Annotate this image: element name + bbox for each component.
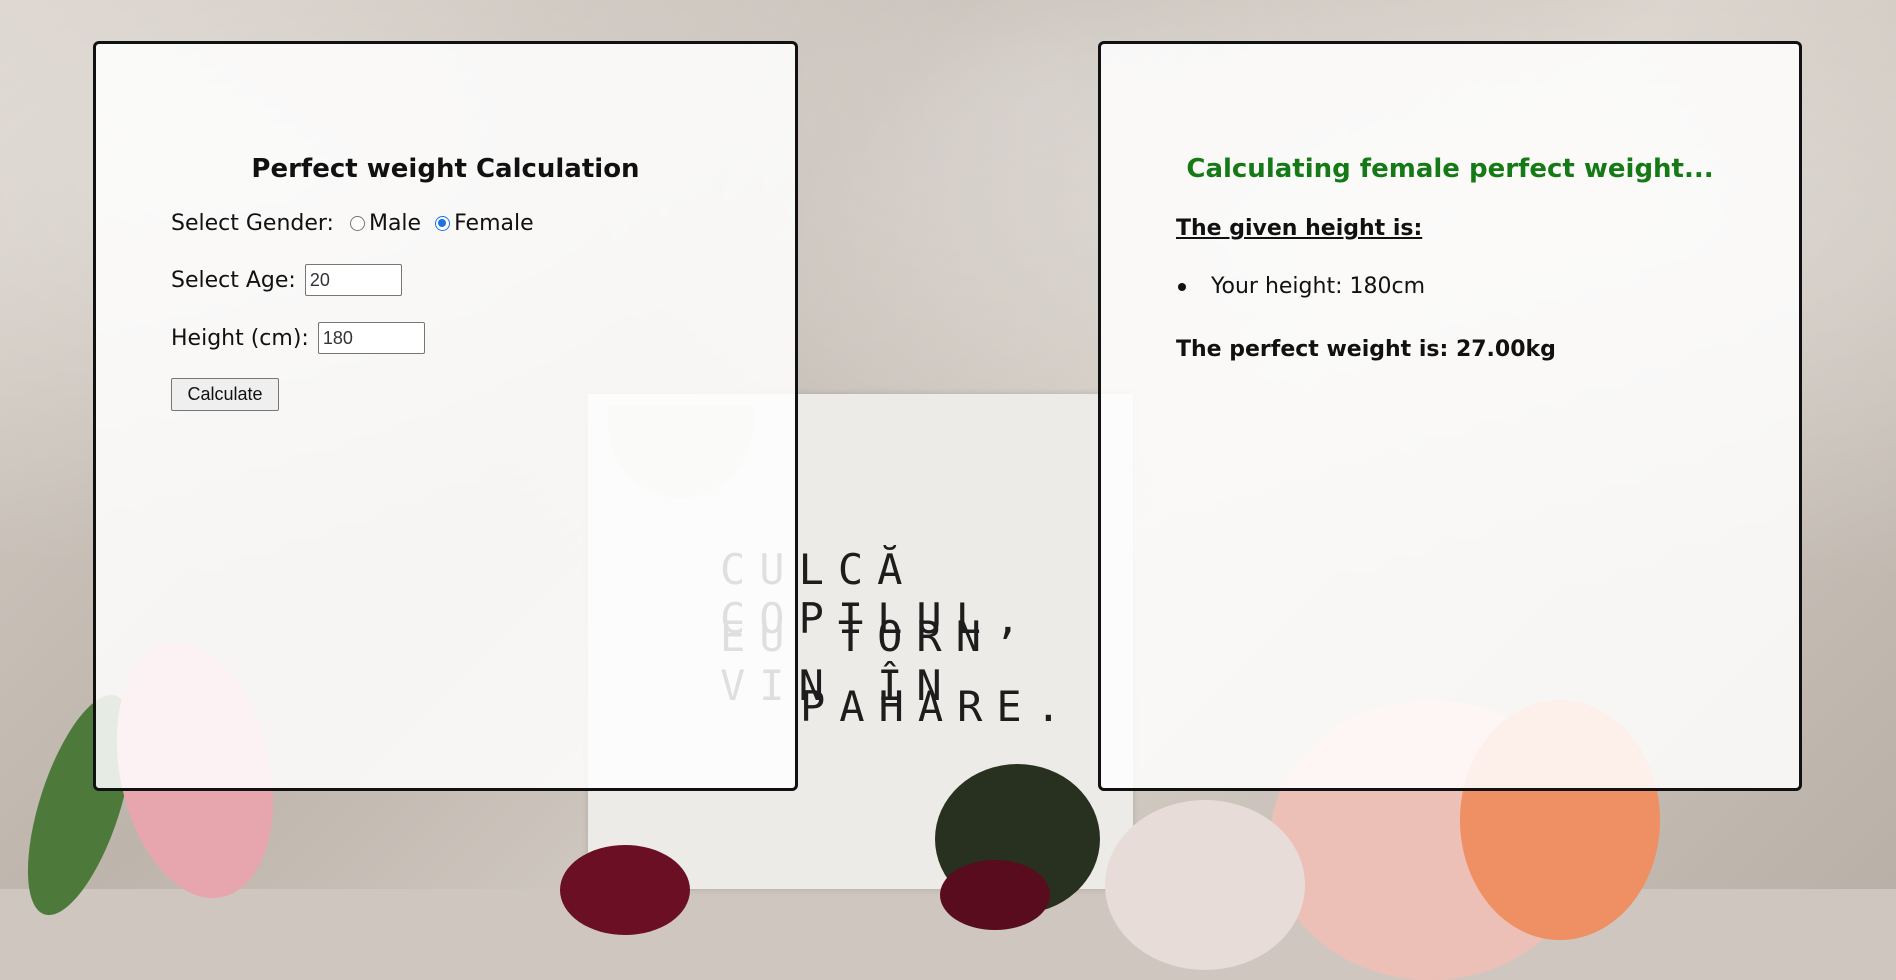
age-label: Select Age: <box>171 267 296 293</box>
calculator-form-panel: Perfect weight Calculation Select Gender… <box>93 41 798 791</box>
result-panel: Calculating female perfect weight... The… <box>1098 41 1802 791</box>
height-list: Your height: 180cm <box>1176 274 1425 299</box>
height-item-text: Your height: 180cm <box>1211 274 1426 299</box>
height-input[interactable]: 180 <box>317 322 425 354</box>
dark-tulip <box>940 860 1050 930</box>
bullet-icon <box>1178 282 1186 291</box>
gender-row: Select Gender: Male Female <box>171 211 534 236</box>
female-radio-label[interactable]: Female <box>454 211 534 236</box>
height-label: Height (cm): <box>171 325 309 351</box>
male-radio[interactable] <box>349 216 365 231</box>
result-title: Calculating female perfect weight... <box>1186 154 1714 184</box>
dark-tulip <box>560 845 690 935</box>
age-input[interactable]: 20 <box>304 264 402 296</box>
calculate-button[interactable]: Calculate <box>171 378 279 411</box>
form-title: Perfect weight Calculation <box>251 154 640 184</box>
age-row: Select Age: 20 <box>171 264 402 296</box>
gender-label: Select Gender: <box>171 211 334 236</box>
male-radio-label[interactable]: Male <box>369 211 421 236</box>
female-radio[interactable] <box>435 216 451 231</box>
given-height-heading: The given height is: <box>1176 216 1423 241</box>
list-item: Your height: 180cm <box>1176 274 1425 299</box>
easter-egg <box>1105 800 1305 970</box>
perfect-weight-result: The perfect weight is: 27.00kg <box>1176 337 1556 362</box>
height-row: Height (cm): 180 <box>171 322 425 354</box>
